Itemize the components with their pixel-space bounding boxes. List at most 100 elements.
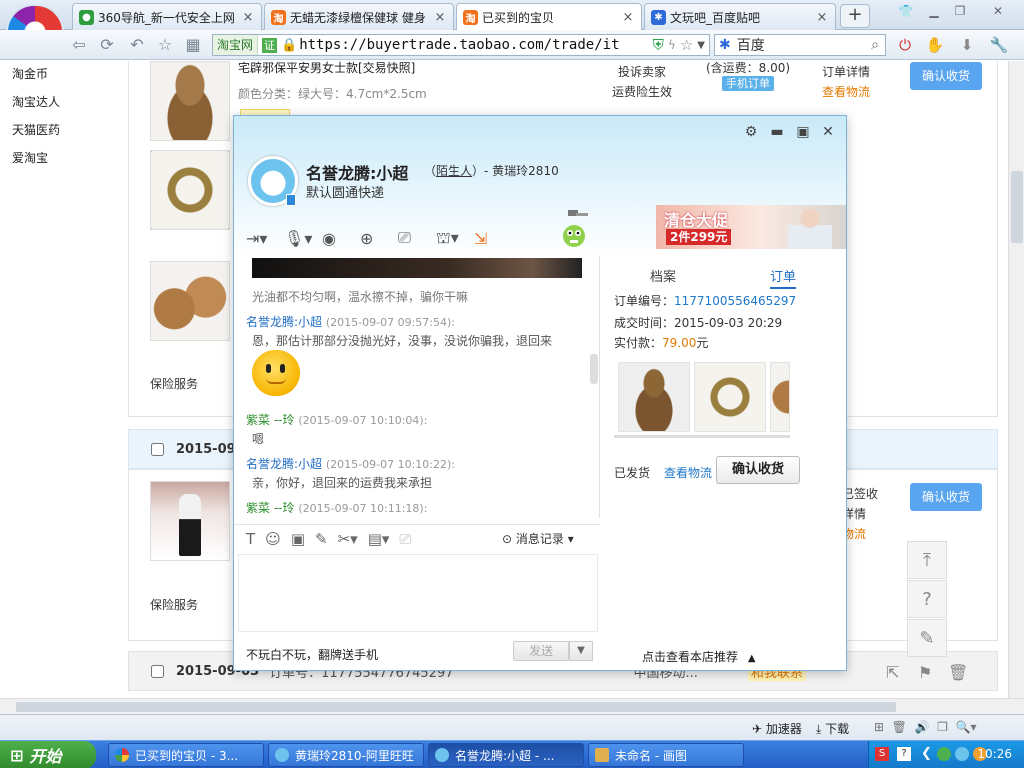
- close-icon[interactable]: ×: [815, 10, 829, 25]
- dropdown-icon[interactable]: ▼: [697, 40, 705, 51]
- left-nav-item[interactable]: 淘宝达人: [12, 93, 112, 121]
- back-icon[interactable]: ⇦: [68, 35, 90, 55]
- sender-name[interactable]: 名誉龙腾:小超: [246, 457, 322, 471]
- minimize-icon[interactable]: ▁: [922, 2, 946, 20]
- ball-thumbnail[interactable]: [770, 362, 790, 432]
- apps-icon[interactable]: ▦: [182, 35, 204, 55]
- flag-icon[interactable]: ⚑: [918, 663, 932, 682]
- start-button[interactable]: ⊞ 开始: [0, 741, 96, 768]
- tab-product[interactable]: 淘 无蜡无漆绿檀保健球 健身 ×: [264, 3, 454, 30]
- video-icon[interactable]: ◉: [322, 226, 356, 250]
- help-icon[interactable]: ?: [907, 580, 947, 618]
- address-bar[interactable]: 淘宝网 证 🔒 https://buyertrade.taobao.com/tr…: [212, 34, 710, 56]
- message-list[interactable]: 光油都不均匀啊，温水擦不掉，骗你干嘛 名誉龙腾:小超 (2015-09-07 0…: [234, 256, 600, 518]
- 360-tray-icon[interactable]: [937, 747, 951, 761]
- wrench-icon[interactable]: 🔧: [988, 35, 1010, 55]
- undo-icon[interactable]: ↶: [126, 35, 148, 55]
- order-checkbox[interactable]: [151, 664, 164, 678]
- restore-icon[interactable]: ❐: [948, 2, 972, 20]
- left-nav-item[interactable]: 天猫医药: [12, 121, 112, 149]
- accelerator-button[interactable]: ✈ 加速器: [752, 720, 802, 737]
- tab-purchased[interactable]: 淘 已买到的宝贝 ×: [456, 3, 642, 31]
- horizontal-scrollbar[interactable]: [0, 698, 1024, 714]
- freight-insurance[interactable]: 运费险生效: [612, 83, 672, 100]
- view-logistics-link[interactable]: 查看物流: [822, 83, 870, 100]
- table-icon[interactable]: ▤▾: [368, 530, 390, 548]
- confirm-receipt-button[interactable]: 确认收货: [716, 456, 800, 484]
- gourd-thumbnail[interactable]: [618, 362, 690, 432]
- insurance-service[interactable]: 保险服务: [150, 596, 198, 613]
- help-tray-icon[interactable]: ?: [897, 747, 911, 761]
- taskbar-item-aliwangwang[interactable]: 黄瑞玲2810-阿里旺旺: [268, 743, 424, 767]
- close-icon[interactable]: ✕: [819, 123, 837, 141]
- taskbar-item-chat[interactable]: 名誉龙腾:小超 - ...: [428, 743, 584, 767]
- monitor-icon[interactable]: ⎚: [399, 530, 411, 548]
- tray-expand-icon[interactable]: ❮: [921, 746, 932, 761]
- sender-name[interactable]: 名誉龙腾:小超: [246, 315, 322, 329]
- url-input[interactable]: https://buyertrade.taobao.com/trade/it: [297, 37, 652, 53]
- favorite-icon[interactable]: ☆: [154, 35, 176, 55]
- close-icon[interactable]: ×: [621, 10, 635, 25]
- gourd-product-image[interactable]: [150, 61, 230, 141]
- scroll-thumb[interactable]: [1011, 171, 1023, 243]
- taskbar-item-browser[interactable]: 已买到的宝贝 - 3...: [108, 743, 264, 767]
- message-input[interactable]: [238, 554, 598, 632]
- complain-link[interactable]: 投诉卖家: [618, 63, 666, 80]
- maximize-icon[interactable]: ▣: [794, 123, 812, 141]
- sogou-icon[interactable]: S: [875, 747, 889, 761]
- store-recommend-link[interactable]: 点击查看本店推荐 ▲: [642, 648, 756, 665]
- left-nav-item[interactable]: 淘金币: [12, 65, 112, 93]
- scroll-thumb[interactable]: [16, 702, 896, 712]
- search-icon[interactable]: ⌕: [871, 37, 879, 53]
- scissors-icon[interactable]: ✂▾: [338, 530, 358, 548]
- back-to-top-icon[interactable]: ⤒: [907, 541, 947, 579]
- wangwang-tray-icon[interactable]: [955, 747, 969, 761]
- share-icon[interactable]: ⇱: [886, 663, 899, 682]
- shirt-icon[interactable]: 👕: [894, 2, 918, 20]
- vertical-scrollbar[interactable]: [1008, 61, 1024, 698]
- message-scrollbar[interactable]: [590, 354, 598, 384]
- minimize-icon[interactable]: ▬: [768, 123, 786, 141]
- lightning-icon[interactable]: ϟ: [668, 38, 676, 52]
- transfer-file-icon[interactable]: ⇥▾: [246, 226, 280, 250]
- close-icon[interactable]: ×: [241, 10, 255, 25]
- wood-balls-image[interactable]: [150, 261, 230, 341]
- shared-photo[interactable]: [252, 258, 582, 278]
- shield-icon[interactable]: ⛨: [653, 36, 664, 54]
- sender-name[interactable]: 紫菜 --玲: [246, 413, 294, 427]
- download-button[interactable]: ⤓ 下载: [816, 720, 849, 737]
- edit-note-icon[interactable]: ✎: [315, 530, 328, 548]
- insurance-service[interactable]: 保险服务: [150, 375, 198, 392]
- image-icon[interactable]: ▣: [291, 530, 305, 548]
- promo-banner[interactable]: 清仓大促 2件299元: [656, 205, 846, 249]
- order-checkbox[interactable]: [151, 442, 164, 456]
- product-title[interactable]: 宅辟邪保平安男女士款[交易快照]: [238, 61, 415, 76]
- close-icon[interactable]: ×: [433, 10, 447, 25]
- tab-order[interactable]: 订单: [770, 266, 797, 289]
- order-number-link[interactable]: 1177100556465297: [674, 294, 796, 308]
- mascot-icon[interactable]: [560, 208, 590, 248]
- relation-link[interactable]: 陌生人: [436, 164, 472, 178]
- status-tools[interactable]: ⊞ 🗑 🔊 ❐ 🔍▾: [874, 720, 976, 734]
- tab-tieba[interactable]: ✱ 文玩吧_百度贴吧 ×: [644, 3, 836, 30]
- font-icon[interactable]: T: [246, 530, 255, 548]
- tab-360-nav[interactable]: ● 360导航_新一代安全上网 ×: [72, 3, 262, 30]
- taskbar-item-paint[interactable]: 未命名 - 画图: [588, 743, 744, 767]
- trash-icon[interactable]: 🗑: [948, 663, 968, 682]
- add-contact-icon[interactable]: ⊕: [360, 226, 394, 250]
- star-icon[interactable]: ☆: [680, 36, 693, 54]
- forward-icon[interactable]: ⟳: [96, 35, 118, 55]
- order-detail-link[interactable]: 订单详情: [822, 63, 870, 80]
- view-logistics-link[interactable]: 查看物流: [664, 464, 712, 481]
- screen-share-icon[interactable]: ⎚: [398, 226, 432, 250]
- exit-icon[interactable]: ⇲: [474, 226, 508, 250]
- sender-name[interactable]: 紫菜 --玲: [246, 501, 294, 515]
- app-icon[interactable]: ⛫▾: [436, 226, 470, 250]
- send-options-icon[interactable]: ▼: [569, 641, 593, 661]
- edit-icon[interactable]: ✎: [907, 619, 947, 657]
- bracelet-thumbnail[interactable]: [694, 362, 766, 432]
- emoji-icon[interactable]: ☺: [265, 530, 281, 548]
- microphone-icon[interactable]: 🎙▾: [284, 226, 318, 250]
- gesture-icon[interactable]: ✋: [924, 35, 946, 55]
- dress-product-image[interactable]: [150, 481, 230, 561]
